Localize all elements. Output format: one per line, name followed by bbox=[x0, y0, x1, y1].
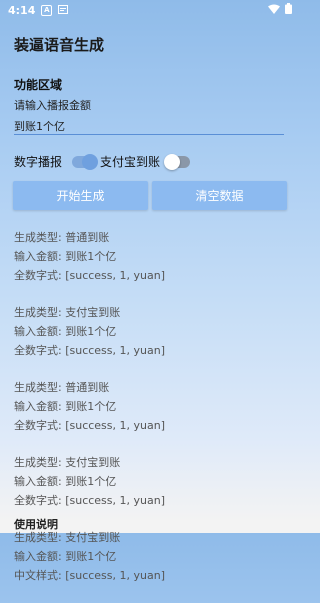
log-entry: 生成类型: 支付宝到账 输入金额: 到账1个亿 全数字式: [success, … bbox=[14, 303, 165, 360]
amount-input[interactable]: 到账1个亿 bbox=[14, 118, 284, 134]
generation-log: 生成类型: 普通到账 输入金额: 到账1个亿 全数字式: [success, 1… bbox=[14, 228, 165, 603]
log-type: 生成类型: 普通到账 bbox=[14, 381, 110, 394]
wifi-icon bbox=[268, 4, 280, 17]
toggle-knob bbox=[82, 153, 99, 170]
log-amount: 输入金额: 到账1个亿 bbox=[14, 475, 117, 488]
battery-icon bbox=[285, 3, 292, 17]
log-amount: 输入金额: 到账1个亿 bbox=[14, 550, 117, 563]
input-underline bbox=[14, 134, 284, 135]
toggle-knob bbox=[164, 153, 181, 170]
section-title: 功能区域 bbox=[14, 78, 63, 92]
log-format: 中文样式: [success, 1, yuan] bbox=[14, 569, 165, 582]
status-time: 4:14 bbox=[8, 3, 36, 17]
log-amount: 输入金额: 到账1个亿 bbox=[14, 250, 117, 263]
generate-button[interactable]: 开始生成 bbox=[13, 181, 148, 210]
usage-instructions-title: 使用说明 bbox=[14, 518, 58, 531]
log-type: 生成类型: 支付宝到账 bbox=[14, 306, 121, 319]
switch-row: 数字播报 支付宝到账 bbox=[14, 153, 191, 170]
app-title: 装逼语音生成 bbox=[14, 36, 105, 54]
log-entry: 生成类型: 普通到账 输入金额: 到账1个亿 全数字式: [success, 1… bbox=[14, 378, 165, 435]
log-type: 生成类型: 普通到账 bbox=[14, 231, 110, 244]
clear-data-button[interactable]: 清空数据 bbox=[152, 181, 287, 210]
number-broadcast-label: 数字播报 bbox=[14, 155, 63, 169]
alipay-toggle[interactable] bbox=[164, 153, 191, 170]
amount-input-hint[interactable]: 请输入播报金额 bbox=[14, 97, 284, 113]
log-amount: 输入金额: 到账1个亿 bbox=[14, 400, 117, 413]
status-left: 4:14 A bbox=[8, 3, 69, 17]
log-amount: 输入金额: 到账1个亿 bbox=[14, 325, 117, 338]
log-format: 全数字式: [success, 1, yuan] bbox=[14, 269, 165, 282]
log-entry: 生成类型: 普通到账 输入金额: 到账1个亿 全数字式: [success, 1… bbox=[14, 228, 165, 285]
log-format: 全数字式: [success, 1, yuan] bbox=[14, 494, 165, 507]
notification-icon bbox=[58, 4, 69, 17]
app-badge-icon: A bbox=[41, 4, 53, 16]
log-format: 全数字式: [success, 1, yuan] bbox=[14, 344, 165, 357]
number-broadcast-toggle[interactable] bbox=[72, 153, 99, 170]
status-bar: 4:14 A bbox=[0, 0, 300, 20]
alipay-label: 支付宝到账 bbox=[100, 155, 161, 169]
log-type: 生成类型: 支付宝到账 bbox=[14, 456, 121, 469]
log-format: 全数字式: [success, 1, yuan] bbox=[14, 419, 165, 432]
log-entry: 生成类型: 支付宝到账 输入金额: 到账1个亿 全数字式: [success, … bbox=[14, 453, 165, 510]
log-entry: 生成类型: 支付宝到账 输入金额: 到账1个亿 中文样式: [success, … bbox=[14, 528, 165, 585]
status-right bbox=[268, 3, 292, 17]
